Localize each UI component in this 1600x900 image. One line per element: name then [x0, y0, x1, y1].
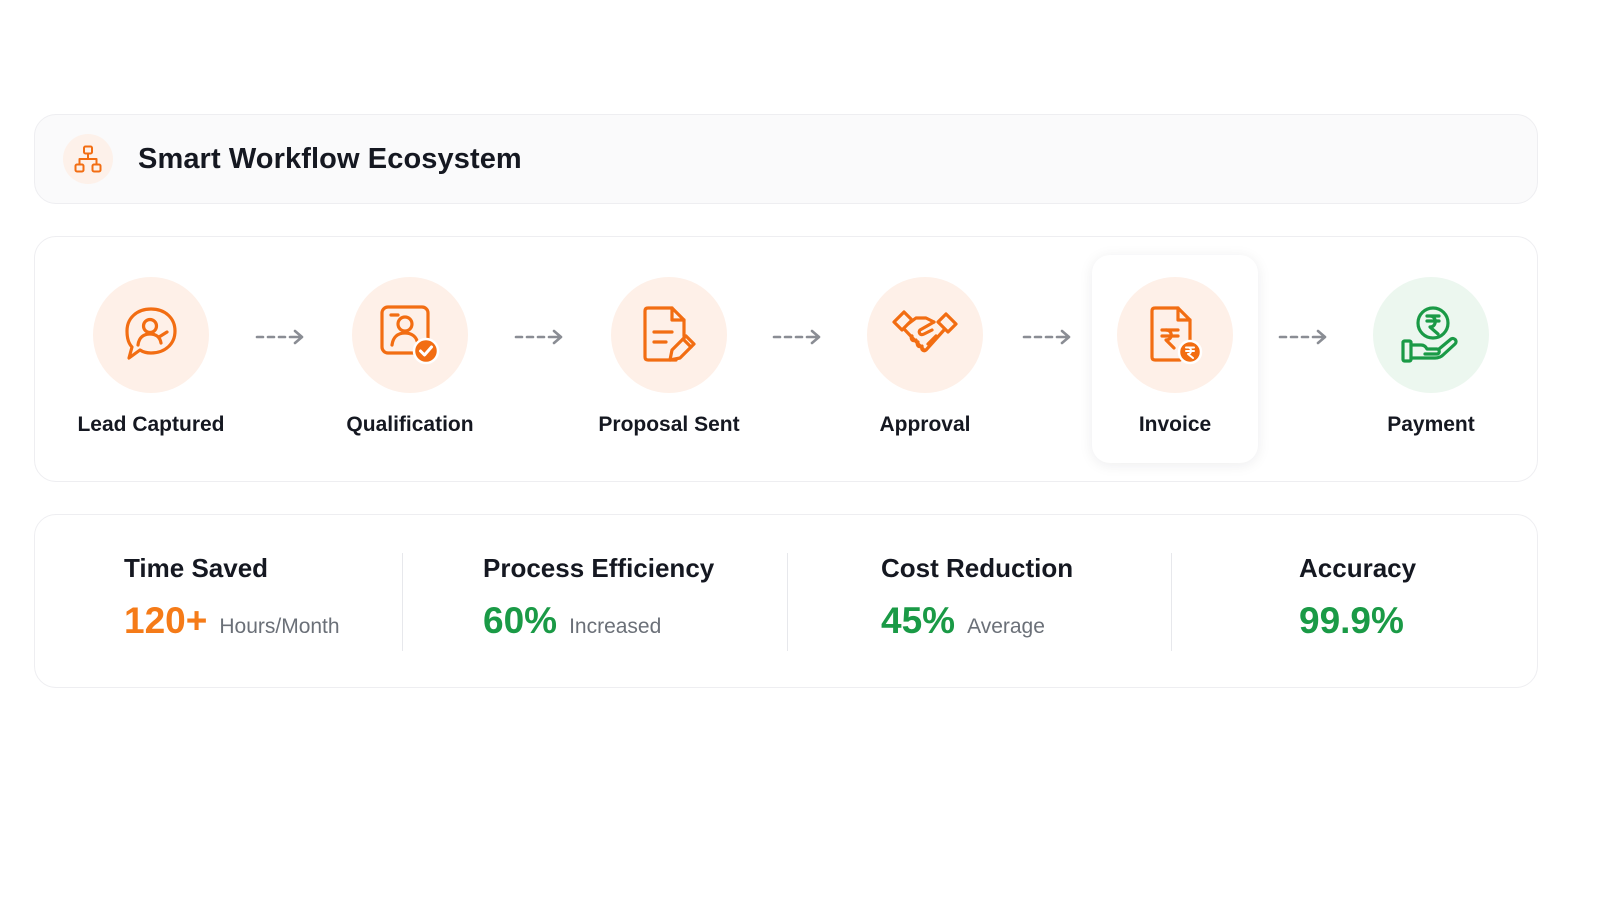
- stat-unit: Increased: [569, 615, 662, 638]
- step-icon-circle: [93, 277, 209, 393]
- step-icon-circle: [867, 277, 983, 393]
- document-edit-icon: [643, 306, 696, 362]
- stat-title: Time Saved: [124, 553, 269, 583]
- stats-card: Time Saved 120+ Hours/Month Process Effi…: [34, 514, 1538, 688]
- page-title: Smart Workflow Ecosystem: [138, 142, 522, 175]
- stat-divider: [1171, 553, 1172, 651]
- workflow-step-approval[interactable]: Approval: [825, 277, 1025, 447]
- step-label: Proposal Sent: [598, 413, 740, 436]
- stat-unit: Average: [967, 615, 1045, 638]
- step-label: Payment: [1387, 413, 1475, 436]
- stat-cost-reduction: Cost Reduction 45% Average: [881, 553, 1073, 642]
- step-label: Qualification: [346, 413, 474, 436]
- handshake-icon: [892, 310, 958, 353]
- stat-value-row: 120+ Hours/Month: [124, 600, 340, 642]
- stat-unit: Hours/Month: [219, 615, 340, 638]
- stat-process-efficiency: Process Efficiency 60% Increased: [483, 553, 714, 642]
- stat-value: 60%: [483, 600, 558, 641]
- arrow-right-icon: [514, 329, 563, 345]
- stat-value-row: 99.9%: [1299, 600, 1416, 642]
- rupee-hand-icon: [1401, 306, 1458, 363]
- stat-value: 99.9%: [1299, 600, 1404, 641]
- stat-time-saved: Time Saved 120+ Hours/Month: [124, 553, 340, 642]
- arrow-right-icon: [1278, 329, 1327, 345]
- step-label: Lead Captured: [77, 413, 225, 436]
- workflow-card: Lead Captured Qualification Proposal Sen…: [34, 236, 1538, 482]
- lead-chat-icon: [125, 307, 177, 360]
- arrow-right-icon: [255, 329, 304, 345]
- stat-title: Process Efficiency: [483, 553, 715, 583]
- stat-value-row: 45% Average: [881, 600, 1073, 642]
- arrow-right-icon: [772, 329, 821, 345]
- step-label: Invoice: [1138, 413, 1212, 436]
- stat-accuracy: Accuracy 99.9%: [1299, 553, 1416, 642]
- step-icon-circle: [611, 277, 727, 393]
- workflow-step-proposal-sent[interactable]: Proposal Sent: [569, 277, 769, 447]
- stat-value: 45%: [881, 600, 956, 641]
- step-icon-circle: [1373, 277, 1489, 393]
- page: Smart Workflow Ecosystem Lead Captured Q…: [0, 0, 1600, 900]
- header-card: Smart Workflow Ecosystem: [34, 114, 1538, 204]
- workflow-step-lead-captured[interactable]: Lead Captured: [51, 277, 251, 447]
- qualified-profile-icon: [380, 305, 440, 365]
- stat-title: Cost Reduction: [881, 553, 1074, 583]
- stat-value-row: 60% Increased: [483, 600, 714, 642]
- workflow-step-payment[interactable]: Payment: [1331, 277, 1531, 447]
- workflow-step-invoice[interactable]: Invoice: [1075, 277, 1275, 447]
- step-icon-circle: [352, 277, 468, 393]
- step-icon-circle: [1117, 277, 1233, 393]
- stat-value: 120+: [124, 600, 208, 641]
- arrow-right-icon: [1022, 329, 1071, 345]
- rupee-invoice-icon: [1150, 306, 1203, 365]
- hierarchy-icon: [63, 134, 113, 184]
- stat-title: Accuracy: [1299, 553, 1417, 583]
- stat-divider: [787, 553, 788, 651]
- step-label: Approval: [879, 413, 971, 436]
- stat-divider: [402, 553, 403, 651]
- workflow-step-qualification[interactable]: Qualification: [310, 277, 510, 447]
